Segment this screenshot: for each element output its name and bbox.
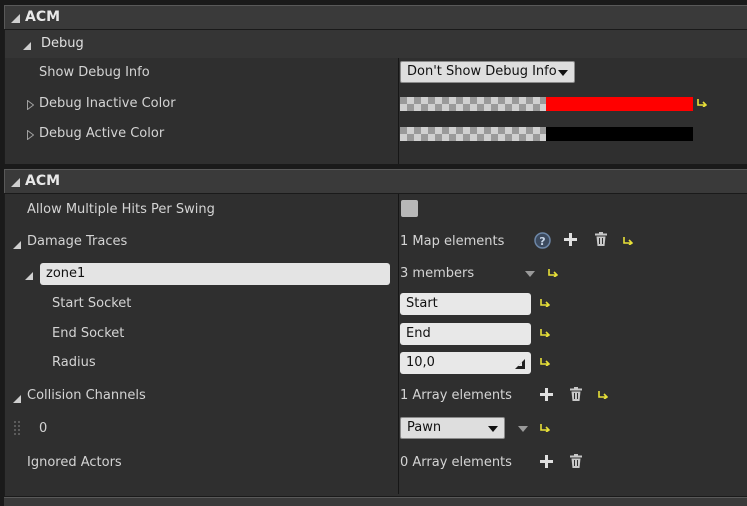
trash-icon[interactable] xyxy=(570,454,582,472)
start-socket-label: Start Socket xyxy=(52,296,132,311)
debug-inactive-color-swatch[interactable] xyxy=(400,97,693,111)
show-debug-info-combo[interactable]: Don't Show Debug Info xyxy=(400,61,575,83)
reset-to-default-icon[interactable] xyxy=(540,298,550,307)
end-socket-input[interactable]: End xyxy=(400,323,531,345)
radius-spinbox[interactable]: 10,0 xyxy=(400,352,531,374)
damage-traces-label: Damage Traces xyxy=(27,234,128,249)
reset-to-default-icon[interactable] xyxy=(598,390,608,399)
add-icon[interactable] xyxy=(540,455,553,472)
collapse-arrow-icon[interactable] xyxy=(23,39,31,54)
map-key-value: zone1 xyxy=(46,266,86,281)
input-value: End xyxy=(406,326,431,341)
resize-drag-icon[interactable] xyxy=(515,358,525,373)
collapse-arrow-icon[interactable] xyxy=(13,392,21,407)
acm-category-header-1[interactable]: ACM xyxy=(4,5,747,29)
members-count: 3 members xyxy=(400,266,475,281)
end-socket-label: End Socket xyxy=(52,326,125,341)
allow-multiple-hits-label: Allow Multiple Hits Per Swing xyxy=(27,202,215,217)
column-divider[interactable] xyxy=(398,194,399,494)
chevron-down-icon[interactable] xyxy=(525,271,535,277)
input-value: Start xyxy=(406,296,438,311)
show-debug-info-label: Show Debug Info xyxy=(39,65,150,80)
color-fill xyxy=(546,97,693,111)
chevron-down-icon[interactable] xyxy=(518,426,528,432)
debug-subcategory-title: Debug xyxy=(41,36,84,51)
acm-category-header-2[interactable]: ACM xyxy=(4,169,747,193)
reset-to-default-icon[interactable] xyxy=(548,268,558,277)
debug-active-color-swatch[interactable] xyxy=(400,127,693,141)
category-title: ACM xyxy=(25,173,61,189)
help-icon[interactable]: ? xyxy=(534,232,551,253)
trash-icon[interactable] xyxy=(570,387,582,405)
drag-handle-icon[interactable] xyxy=(13,420,21,442)
ignored-actors-count: 0 Array elements xyxy=(400,455,512,470)
reset-to-default-icon[interactable] xyxy=(540,328,550,337)
array-index-label: 0 xyxy=(39,421,48,436)
alpha-checker xyxy=(400,127,547,141)
collapse-arrow-icon[interactable] xyxy=(13,238,21,253)
reset-to-default-icon[interactable] xyxy=(540,357,550,366)
add-icon[interactable] xyxy=(564,233,577,250)
reset-to-default-icon[interactable] xyxy=(540,423,550,432)
column-divider[interactable] xyxy=(398,58,399,164)
reset-to-default-icon[interactable] xyxy=(623,236,633,245)
chevron-down-icon xyxy=(488,426,498,432)
chevron-down-icon xyxy=(558,70,568,76)
allow-multiple-hits-checkbox[interactable] xyxy=(401,200,418,217)
debug-subcategory-row[interactable] xyxy=(5,30,747,58)
collapse-arrow-icon[interactable] xyxy=(11,176,20,191)
damage-traces-count: 1 Map elements xyxy=(400,234,505,249)
collision-channel-combo[interactable]: Pawn xyxy=(400,417,505,439)
reset-to-default-icon[interactable] xyxy=(697,98,707,107)
start-socket-input[interactable]: Start xyxy=(400,293,531,315)
expand-arrow-icon[interactable] xyxy=(27,129,35,144)
collision-channels-label: Collision Channels xyxy=(27,388,146,403)
collision-channels-count: 1 Array elements xyxy=(400,388,512,403)
combo-value: Don't Show Debug Info xyxy=(407,64,557,79)
color-fill xyxy=(546,127,693,141)
combo-value: Pawn xyxy=(407,420,442,435)
svg-text:?: ? xyxy=(539,235,545,248)
trash-icon[interactable] xyxy=(595,232,607,250)
alpha-checker xyxy=(400,97,547,111)
debug-active-color-label: Debug Active Color xyxy=(39,126,165,141)
debug-inactive-color-label: Debug Inactive Color xyxy=(39,96,176,111)
map-key-field[interactable]: zone1 xyxy=(40,263,390,285)
input-value: 10,0 xyxy=(406,355,435,370)
radius-label: Radius xyxy=(52,355,96,370)
ignored-actors-label: Ignored Actors xyxy=(27,455,122,470)
acm-panel-2: Allow Multiple Hits Per Swing Damage Tra… xyxy=(4,194,747,496)
add-icon[interactable] xyxy=(540,388,553,405)
expand-arrow-icon[interactable] xyxy=(27,99,35,114)
acm-panel-1: Debug Show Debug Info Don't Show Debug I… xyxy=(4,30,747,164)
category-title: ACM xyxy=(25,9,61,25)
collapse-arrow-icon[interactable] xyxy=(11,12,20,27)
collapse-arrow-icon[interactable] xyxy=(25,269,33,284)
